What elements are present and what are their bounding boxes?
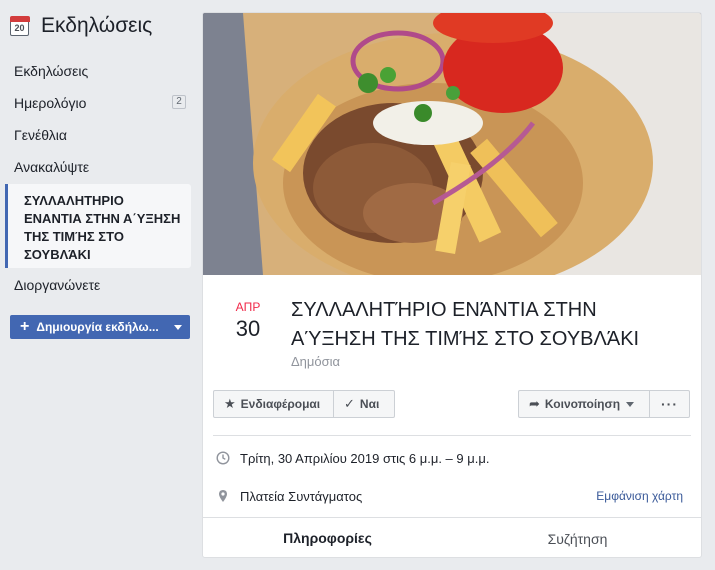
star-icon: ★ [224, 396, 236, 411]
sidebar-item-organize[interactable]: Διοργανώνετε [14, 277, 100, 293]
interested-button[interactable]: ★ Ενδιαφέρομαι [213, 390, 334, 418]
more-options-button[interactable]: ··· [649, 390, 690, 418]
sidebar-title: Εκδηλώσεις [41, 14, 153, 37]
active-event-label: ΣΥΛΛΑΛΗΤΗΡΙΟ ΕΝΑΝΤΙΑ ΣΤΗΝ Α΄ΥΞΗΣΗ ΤΗΣ ΤΙ… [24, 193, 181, 262]
going-button[interactable]: ✓ Ναι [333, 390, 395, 418]
event-date-month: ΑΠΡ [235, 300, 261, 314]
sidebar-item-calendar[interactable]: Ημερολόγιο [14, 95, 86, 111]
create-event-label: Δημιουργία εκδήλω... [36, 320, 159, 334]
calendar-count-badge: 2 [172, 95, 186, 109]
share-label: Κοινοποίηση [544, 397, 621, 411]
event-cover-photo[interactable] [203, 13, 701, 275]
tab-info[interactable]: Πληροφορίες [211, 518, 444, 557]
event-privacy[interactable]: Δημόσια [291, 354, 340, 369]
sidebar: 20 Εκδηλώσεις Εκδηλώσεις Ημερολόγιο 2 Γε… [0, 0, 200, 570]
chevron-down-icon [174, 324, 182, 330]
going-label: Ναι [359, 397, 380, 411]
divider [213, 435, 691, 436]
sidebar-item-birthdays[interactable]: Γενέθλια [14, 127, 67, 143]
sidebar-header[interactable]: 20 Εκδηλώσεις [9, 14, 153, 38]
sidebar-item-active-event[interactable]: ΣΥΛΛΑΛΗΤΗΡΙΟ ΕΝΑΝΤΙΑ ΣΤΗΝ Α΄ΥΞΗΣΗ ΤΗΣ ΤΙ… [5, 184, 191, 268]
event-date-day: 30 [235, 316, 261, 341]
sidebar-item-events[interactable]: Εκδηλώσεις [14, 63, 88, 79]
souvlaki-photo [203, 13, 701, 275]
event-title: ΣΥΛΛΑΛΗΤΉΡΙΟ ΕΝΆΝΤΙΑ ΣΤΗΝ ΑΎΞΗΣΗ ΤΗΣ ΤΙΜ… [291, 299, 640, 350]
event-datetime[interactable]: Τρίτη, 30 Απριλίου 2019 στις 6 μ.μ. – 9 … [240, 451, 489, 466]
create-event-button[interactable]: + Δημιουργία εκδήλω... [10, 315, 190, 339]
event-card: ΑΠΡ 30 ΣΥΛΛΑΛΗΤΉΡΙΟ ΕΝΆΝΤΙΑ ΣΤΗΝ ΑΎΞΗΣΗ … [202, 12, 702, 558]
event-tabs: Πληροφορίες Συζήτηση [203, 517, 701, 557]
plus-icon: + [20, 318, 30, 335]
calendar-icon: 20 [9, 16, 30, 36]
share-button[interactable]: ➦ Κοινοποίηση [518, 390, 650, 418]
sidebar-item-discover[interactable]: Ανακαλύψτε [14, 159, 89, 175]
tab-discussion[interactable]: Συζήτηση [461, 518, 694, 557]
show-map-link[interactable]: Εμφάνιση χάρτη [596, 489, 683, 503]
share-arrow-icon: ➦ [529, 396, 540, 411]
interested-label: Ενδιαφέρομαι [240, 397, 321, 411]
event-location[interactable]: Πλατεία Συντάγματος [240, 489, 362, 504]
chevron-down-icon [626, 401, 635, 407]
location-pin-icon [219, 490, 227, 502]
check-icon: ✓ [344, 396, 355, 411]
clock-icon [216, 451, 230, 465]
